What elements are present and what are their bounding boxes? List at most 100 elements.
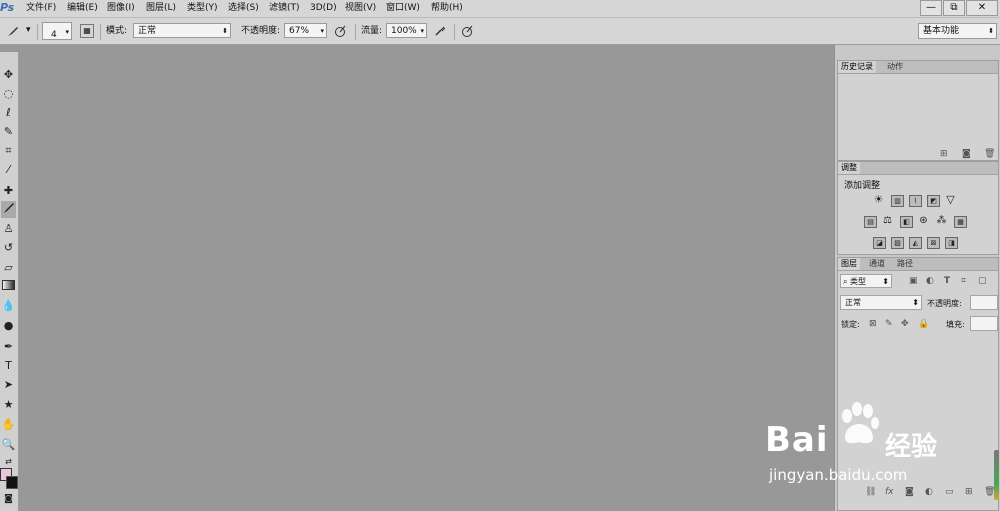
filter-shape-icon[interactable]: ⌗: [961, 276, 966, 286]
clone-stamp-tool-icon[interactable]: ♙: [1, 220, 16, 237]
path-select-tool-icon[interactable]: ➤: [1, 376, 16, 393]
opacity-input[interactable]: 67% ▾: [284, 23, 327, 38]
lock-all-icon[interactable]: 🔒: [918, 319, 929, 329]
options-bar: ▾ 4 ▾ ▦ 模式: 正常 ⬍ 不透明度: 67% ▾ 流量: 100% ▾ 基本功…: [0, 18, 1000, 45]
menu-help[interactable]: 帮助(H): [431, 3, 463, 14]
flow-input[interactable]: 100% ▾: [386, 23, 427, 38]
type-tool-icon[interactable]: T: [1, 357, 16, 374]
restore-button[interactable]: ⧉: [943, 0, 965, 16]
snapshot-camera-icon[interactable]: ◙: [962, 149, 971, 159]
quick-mask-icon[interactable]: ◙: [1, 491, 16, 508]
menu-file[interactable]: 文件(F): [26, 3, 56, 14]
menu-view[interactable]: 视图(V): [345, 3, 376, 14]
eyedropper-tool-icon[interactable]: ⁄: [1, 161, 16, 178]
brightness-icon[interactable]: ☀: [873, 194, 884, 205]
filter-smart-object-icon[interactable]: ▢: [978, 276, 987, 286]
watermark-brand-cn: 经验: [885, 432, 938, 462]
photo-filter-icon[interactable]: ⊛: [918, 216, 929, 226]
selective-color-icon[interactable]: ⊠: [927, 237, 940, 249]
marquee-tool-icon[interactable]: ◌: [1, 85, 16, 102]
zoom-tool-icon[interactable]: 🔍: [1, 436, 16, 453]
menu-type[interactable]: 类型(Y): [187, 3, 218, 14]
tab-adjustments[interactable]: 调整: [838, 162, 860, 174]
tab-actions[interactable]: 动作: [884, 61, 906, 73]
spot-heal-tool-icon[interactable]: ✚: [1, 182, 16, 199]
menu-select[interactable]: 选择(S): [228, 3, 259, 14]
crop-tool-icon[interactable]: ⌗: [1, 142, 16, 159]
menu-image[interactable]: 图像(I): [107, 3, 135, 14]
tab-layers[interactable]: 图层: [838, 258, 860, 270]
delete-trash-icon[interactable]: 🗑: [984, 149, 995, 159]
background-color-swatch[interactable]: [6, 476, 18, 489]
hue-saturation-icon[interactable]: ▤: [864, 216, 877, 228]
workspace-select[interactable]: 基本功能 ⬍: [918, 23, 997, 39]
lock-paint-icon[interactable]: ✎: [885, 319, 893, 329]
pressure-opacity-icon[interactable]: [333, 24, 347, 38]
lock-transparent-icon[interactable]: ⊠: [869, 319, 877, 329]
filter-pixel-icon[interactable]: ▣: [909, 276, 918, 286]
channel-mixer-icon[interactable]: ⁂: [936, 216, 947, 226]
tab-paths[interactable]: 路径: [894, 258, 916, 270]
black-white-icon[interactable]: ◧: [900, 216, 913, 228]
menu-layer[interactable]: 图层(L): [146, 3, 176, 14]
posterize-icon[interactable]: ▨: [891, 237, 904, 249]
move-tool-icon[interactable]: ✥: [1, 66, 16, 83]
select-arrow-icon: ⬍: [882, 277, 889, 286]
baidu-paw-logo: [842, 402, 879, 444]
fill-label: 填充:: [946, 320, 965, 329]
brush-preset-arrow-icon[interactable]: ▾: [26, 25, 31, 36]
brush-tool-icon[interactable]: [1, 201, 16, 218]
menu-bar: Ps 文件(F) 编辑(E) 图像(I) 图层(L) 类型(Y) 选择(S) 滤…: [0, 0, 1000, 18]
gradient-tool-icon[interactable]: [1, 278, 16, 295]
layer-opacity-label: 不透明度:: [927, 299, 962, 308]
gradient-map-icon[interactable]: ◨: [945, 237, 958, 249]
brush-preset-icon[interactable]: [6, 24, 20, 38]
history-brush-tool-icon[interactable]: ↺: [1, 239, 16, 256]
airbrush-icon[interactable]: [433, 24, 447, 38]
tab-history[interactable]: 历史记录: [838, 61, 876, 73]
lasso-tool-icon[interactable]: ℓ: [1, 104, 16, 121]
mode-label: 模式:: [106, 26, 128, 36]
invert-icon[interactable]: ◪: [873, 237, 886, 249]
menu-filter[interactable]: 滤镜(T): [269, 3, 300, 14]
levels-icon[interactable]: ▥: [891, 195, 904, 207]
select-arrow-icon: ⬍: [912, 298, 919, 307]
dodge-tool-icon[interactable]: ●: [1, 317, 16, 334]
opacity-label: 不透明度:: [241, 26, 281, 36]
adjustments-panel: 调整 添加调整 ☀ ▥ ⌇ ◩ ▽ ▤ ⚖ ◧ ⊛ ⁂ ▦ ◪ ▨ ◭ ⊠ ◨: [837, 161, 999, 255]
menu-edit[interactable]: 编辑(E): [67, 3, 98, 14]
menu-window[interactable]: 窗口(W): [386, 3, 420, 14]
vibrance-icon[interactable]: ▽: [945, 194, 956, 205]
layer-filter-select[interactable]: ⌕ 类型 ⬍: [840, 274, 892, 288]
close-button[interactable]: ✕: [966, 0, 998, 16]
filter-type-icon[interactable]: T: [944, 276, 950, 286]
pen-tool-icon[interactable]: ✒: [1, 338, 16, 355]
threshold-icon[interactable]: ◭: [909, 237, 922, 249]
tab-channels[interactable]: 通道: [866, 258, 888, 270]
shape-tool-icon[interactable]: ★: [1, 396, 16, 413]
lock-position-icon[interactable]: ✥: [901, 319, 909, 329]
pressure-size-icon[interactable]: [460, 24, 474, 38]
document-workspace[interactable]: [19, 45, 834, 511]
curves-icon[interactable]: ⌇: [909, 195, 922, 207]
brush-size-picker[interactable]: 4 ▾: [42, 22, 72, 40]
eraser-tool-icon[interactable]: ▱: [1, 259, 16, 276]
hand-tool-icon[interactable]: ✋: [1, 416, 16, 433]
new-document-from-state-icon[interactable]: ⊞: [940, 149, 948, 159]
mode-select[interactable]: 正常 ⬍: [133, 23, 231, 38]
tools-panel: ✥ ◌ ℓ ✎ ⌗ ⁄ ✚ ♙ ↺ ▱ 💧 ● ✒ T ➤ ★ ✋ 🔍 ⇄ ◙: [0, 52, 19, 511]
filter-adjustment-icon[interactable]: ◐: [926, 276, 934, 286]
menu-3d[interactable]: 3D(D): [310, 3, 337, 14]
quick-select-tool-icon[interactable]: ✎: [1, 123, 16, 140]
layer-opacity-input[interactable]: [970, 295, 998, 310]
blur-tool-icon[interactable]: 💧: [1, 297, 16, 314]
color-balance-icon[interactable]: ⚖: [882, 216, 893, 226]
color-lookup-icon[interactable]: ▦: [954, 216, 967, 228]
minimize-button[interactable]: —: [920, 0, 942, 16]
history-panel: 历史记录 动作 ⊞ ◙ 🗑: [837, 60, 999, 161]
search-icon: ⌕: [843, 277, 848, 286]
exposure-icon[interactable]: ◩: [927, 195, 940, 207]
blend-mode-select[interactable]: 正常 ⬍: [840, 295, 922, 310]
layer-fill-input[interactable]: [970, 316, 998, 331]
brush-panel-toggle-icon[interactable]: ▦: [80, 24, 94, 38]
